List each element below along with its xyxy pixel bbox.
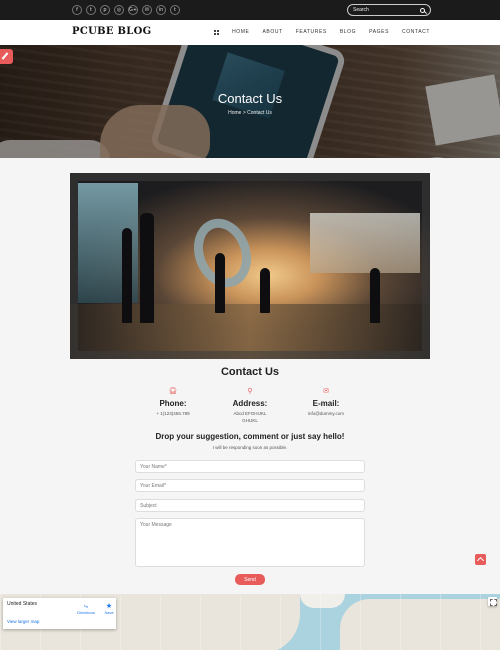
map-info-card: United States ⤷ Directions ★ Save View lar… [3, 598, 116, 629]
view-larger-map-link[interactable]: View larger map [7, 619, 39, 624]
nav-item-pages[interactable]: PAGES [369, 29, 389, 35]
nav-item-blog[interactable]: BLOG [340, 29, 356, 35]
site-logo[interactable]: PCUBE BLOG [72, 26, 152, 37]
directions-button[interactable]: ⤷ Directions [75, 602, 97, 615]
main-menu: HOME ABOUT FEATURES BLOG PAGES CONTACT [214, 29, 430, 35]
email-icon[interactable]: ✉ [142, 5, 152, 15]
page-hero: Contact Us Home > Contact Us [0, 45, 500, 158]
search-box [347, 4, 431, 16]
save-label: Save [104, 610, 114, 615]
map-place-name: United States [7, 601, 38, 607]
fullscreen-icon[interactable] [488, 597, 497, 606]
tumblr-icon[interactable]: t [170, 5, 180, 15]
social-links: f t p ◎ G+ ✉ in t [72, 5, 180, 15]
envelope-icon: ✉ [323, 387, 329, 395]
contact-heading: Contact Us [220, 366, 280, 378]
page-title: Contact Us [217, 91, 283, 106]
subject-field[interactable] [135, 499, 365, 512]
google-plus-icon[interactable]: G+ [128, 5, 138, 15]
send-button[interactable]: Send [235, 574, 265, 585]
email-info: ✉ E-mail: info@dummy.com [281, 387, 371, 417]
message-field[interactable] [135, 518, 365, 567]
linkedin-icon[interactable]: in [156, 5, 166, 15]
form-headline: Drop your suggestion, comment or just sa… [155, 432, 345, 441]
search-icon[interactable] [420, 7, 425, 13]
instagram-icon[interactable]: ◎ [114, 5, 124, 15]
office-photo [70, 173, 430, 359]
photo-frame [70, 173, 430, 359]
grid-menu-icon[interactable] [214, 29, 220, 35]
name-field[interactable] [135, 460, 365, 473]
scroll-to-top-button[interactable] [475, 554, 486, 565]
style-switcher-brush-icon[interactable] [0, 49, 13, 64]
nav-item-features[interactable]: FEATURES [296, 29, 327, 35]
breadcrumb[interactable]: Home > Contact Us [0, 110, 500, 116]
pinterest-icon[interactable]: p [100, 5, 110, 15]
save-button[interactable]: ★ Save [98, 602, 120, 615]
search-input[interactable] [353, 7, 420, 13]
main-navbar: PCUBE BLOG HOME ABOUT FEATURES BLOG PAGE… [0, 20, 500, 45]
directions-icon: ⤷ [84, 602, 88, 610]
nav-item-home[interactable]: HOME [232, 29, 249, 35]
email-field[interactable] [135, 479, 365, 492]
nav-item-contact[interactable]: CONTACT [402, 29, 430, 35]
email-label: E-mail: [312, 399, 340, 408]
nav-item-about[interactable]: ABOUT [263, 29, 283, 35]
star-icon: ★ [105, 602, 113, 610]
address-value: Abcd EFGHIJKL GHIJKL [233, 411, 267, 423]
twitter-icon[interactable]: t [86, 5, 96, 15]
email-value[interactable]: info@dummy.com [281, 410, 371, 417]
facebook-icon[interactable]: f [72, 5, 82, 15]
directions-label: Directions [77, 610, 95, 615]
top-bar: f t p ◎ G+ ✉ in t [0, 0, 500, 20]
form-subline: I will be responding soon as possible. [212, 445, 288, 450]
